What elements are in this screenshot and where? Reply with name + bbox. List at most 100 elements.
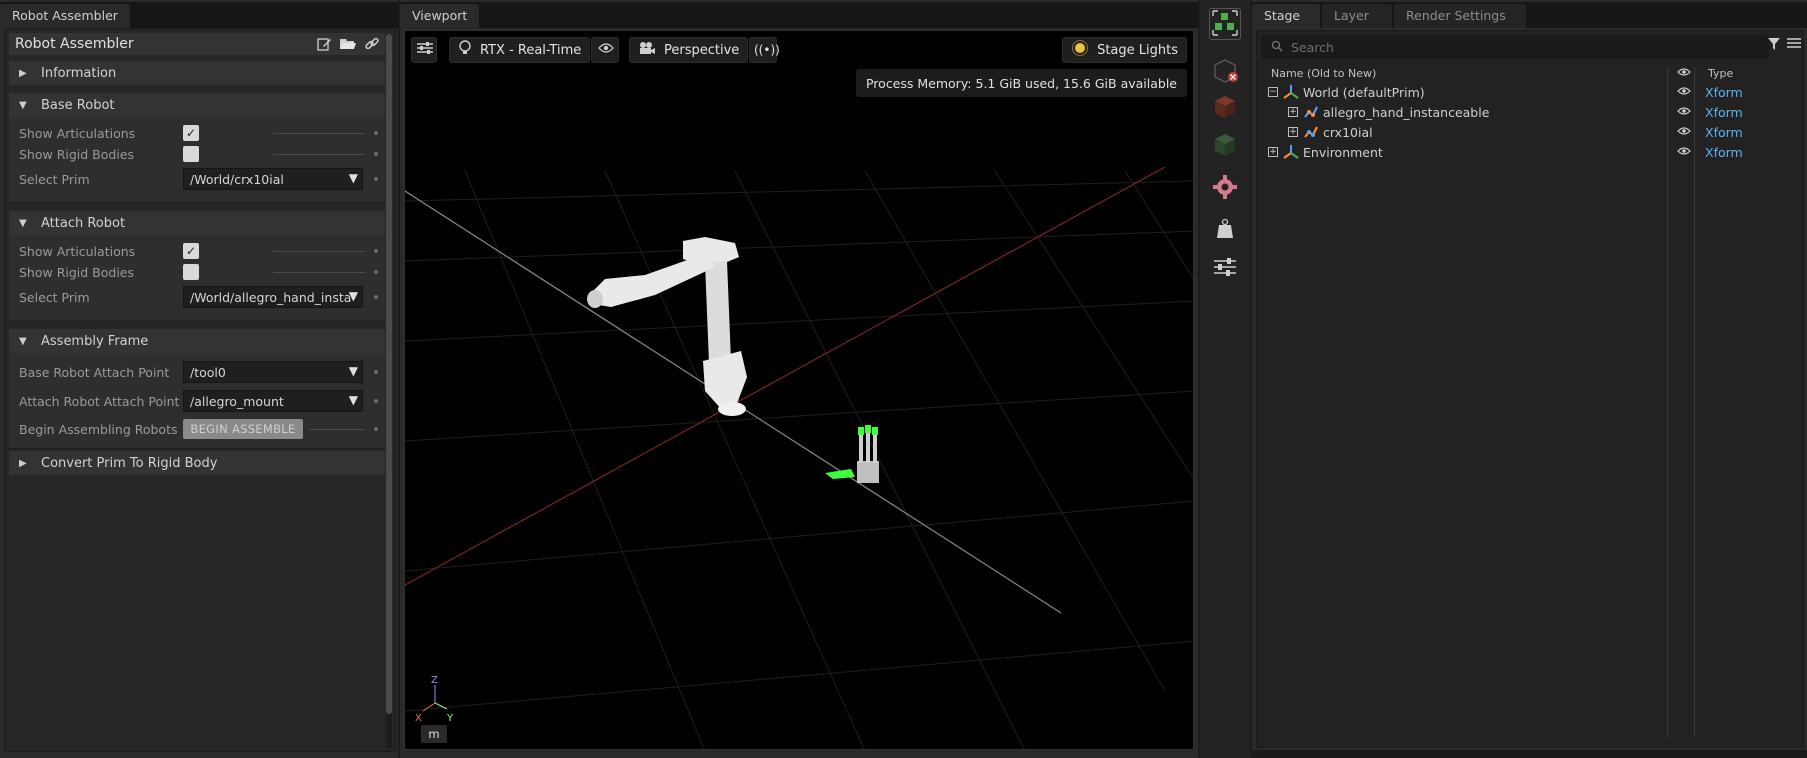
collapse-toggle-icon[interactable]: − <box>1268 87 1278 97</box>
ground-grid <box>405 170 1193 749</box>
attach-show-articulations-row: Show Articulations ✓ <box>19 241 381 261</box>
information-label: Information <box>41 65 117 81</box>
assembly-frame-header[interactable]: ▼ Assembly Frame <box>9 329 385 353</box>
attach-show-articulations-checkbox[interactable]: ✓ <box>183 243 199 259</box>
visibility-eye-icon[interactable] <box>1677 126 1691 139</box>
tab-render-settings[interactable]: Render Settings <box>1394 4 1526 28</box>
base-show-rigid-bodies-checkbox[interactable] <box>183 146 199 162</box>
link-icon[interactable] <box>363 35 381 53</box>
attach-attach-point-combo[interactable]: /allegro_mount ▼ <box>183 390 363 412</box>
weight-tool-button[interactable] <box>1209 214 1241 246</box>
begin-assemble-button[interactable]: BEGIN ASSEMBLE <box>183 419 303 439</box>
convert-prim-header[interactable]: ▶ Convert Prim To Rigid Body <box>9 451 385 475</box>
green-cube-button[interactable] <box>1209 130 1241 162</box>
attach-show-rigid-bodies-checkbox[interactable] <box>183 264 199 280</box>
tool-settings-button[interactable] <box>1209 252 1241 284</box>
app-root: Robot Assembler Robot Assembler ▶ Inform… <box>0 0 1807 758</box>
reset-dot-icon[interactable] <box>374 370 378 374</box>
panel-title: Robot Assembler <box>15 36 134 52</box>
reset-dot-icon[interactable] <box>374 427 378 431</box>
brown-cube-icon <box>1211 93 1239 124</box>
section-convert-prim: ▶ Convert Prim To Rigid Body <box>9 451 385 475</box>
base-show-articulations-checkbox[interactable]: ✓ <box>183 125 199 141</box>
tree-row-crx10ial[interactable]: + crx10ial Xform <box>1261 122 1801 142</box>
viewport-canvas[interactable]: Z X Y RTX - Real-Time Perspective ((•)) … <box>404 30 1194 750</box>
scrollbar-thumb[interactable] <box>386 34 392 714</box>
tree-row-type: Xform <box>1705 144 1743 160</box>
mesh-delete-button[interactable] <box>1209 56 1241 88</box>
lightbulb-icon <box>458 40 472 60</box>
base-select-prim-combo[interactable]: /World/crx10ial ▼ <box>183 168 363 190</box>
select-mode-button[interactable] <box>1209 8 1241 40</box>
tree-row-allegro-hand[interactable]: + allegro_hand_instanceable Xform <box>1261 102 1801 122</box>
broadcast-icon: ((•)) <box>754 43 780 57</box>
base-attach-point-row: Base Robot Attach Point /tool0 ▼ <box>19 361 381 383</box>
reset-dot-icon[interactable] <box>374 399 378 403</box>
tree-row-environment[interactable]: + Environment Xform <box>1261 142 1801 162</box>
viewport-settings-button[interactable] <box>411 37 437 63</box>
tree-row-type: Xform <box>1705 84 1743 100</box>
stage-bottom-bar <box>1252 750 1807 758</box>
xform-icon <box>1283 144 1299 160</box>
left-scrollbar[interactable] <box>386 34 392 748</box>
edit-icon[interactable] <box>315 35 333 53</box>
reset-dot-icon[interactable] <box>374 249 378 253</box>
crx10ial-robot <box>587 237 747 416</box>
visibility-eye-icon[interactable] <box>1677 106 1691 119</box>
visibility-eye-icon[interactable] <box>1677 146 1691 159</box>
reset-dot-icon[interactable] <box>374 131 378 135</box>
expanded-triangle-icon: ▼ <box>19 335 27 347</box>
stage-search-input[interactable]: Search <box>1261 35 1769 59</box>
tree-row-world[interactable]: − World (defaultPrim) Xform <box>1261 82 1801 102</box>
assembly-frame-label: Assembly Frame <box>41 333 149 349</box>
expand-toggle-icon[interactable]: + <box>1268 147 1278 157</box>
units-text: m <box>428 727 440 741</box>
reset-dot-icon[interactable] <box>374 270 378 274</box>
visibility-eye-icon[interactable] <box>1677 86 1691 99</box>
tab-stage[interactable]: Stage <box>1252 4 1320 28</box>
render-mode-button[interactable]: RTX - Real-Time <box>449 37 591 63</box>
attach-select-prim-row: Select Prim /World/allegro_hand_insta ▼ <box>19 286 381 308</box>
begin-assemble-row: Begin Assembling Robots BEGIN ASSEMBLE <box>19 419 381 439</box>
cube-button[interactable] <box>1209 92 1241 124</box>
eye-column-icon[interactable] <box>1677 67 1691 80</box>
render-mode-label: RTX - Real-Time <box>480 42 582 58</box>
axis-x-label: X <box>415 713 422 724</box>
broadcast-button[interactable]: ((•)) <box>749 37 780 63</box>
visibility-button[interactable] <box>591 37 619 63</box>
reset-dot-icon[interactable] <box>374 295 378 299</box>
scene-svg: Z X Y <box>405 166 1193 749</box>
camera-button[interactable]: Perspective <box>629 37 749 63</box>
tab-robot-assembler[interactable]: Robot Assembler <box>0 4 130 28</box>
reset-dot-icon[interactable] <box>374 152 378 156</box>
tab-viewport[interactable]: Viewport <box>400 4 480 28</box>
stage-tree-body: Search Name (Old to New) Type − World (d… <box>1256 30 1804 748</box>
tab-layer[interactable]: Layer <box>1322 4 1392 28</box>
reset-dot-icon[interactable] <box>374 177 378 181</box>
mesh-delete-icon <box>1211 57 1239 88</box>
base-attach-point-combo[interactable]: /tool0 ▼ <box>183 361 363 383</box>
sun-icon <box>1071 39 1089 61</box>
dropdown-arrow-icon: ▼ <box>348 289 358 303</box>
column-name-header[interactable]: Name (Old to New) <box>1271 67 1376 80</box>
information-header[interactable]: ▶ Information <box>9 61 385 85</box>
attach-select-prim-combo[interactable]: /World/allegro_hand_insta ▼ <box>183 286 363 308</box>
stage-lights-button[interactable]: Stage Lights <box>1062 37 1187 63</box>
stage-column-header: Name (Old to New) Type <box>1261 67 1801 81</box>
gear-tool-button[interactable] <box>1209 172 1241 204</box>
green-cube-icon <box>1211 131 1239 162</box>
articulation-icon <box>1303 124 1319 140</box>
settings-sliders-icon <box>1214 257 1236 280</box>
attach-robot-header[interactable]: ▼ Attach Robot <box>9 211 385 235</box>
tree-row-name: Environment <box>1303 144 1383 160</box>
expand-toggle-icon[interactable]: + <box>1288 107 1298 117</box>
expand-toggle-icon[interactable]: + <box>1288 127 1298 137</box>
xform-icon <box>1283 84 1299 100</box>
hamburger-menu-icon[interactable] <box>1787 37 1801 52</box>
left-tabbar: Robot Assembler <box>0 2 398 28</box>
memory-readout: Process Memory: 5.1 GiB used, 15.6 GiB a… <box>855 69 1187 97</box>
folder-open-icon[interactable] <box>339 35 357 53</box>
column-type-header[interactable]: Type <box>1708 67 1733 80</box>
filter-icon[interactable] <box>1767 37 1781 54</box>
base-robot-header[interactable]: ▼ Base Robot <box>9 93 385 117</box>
